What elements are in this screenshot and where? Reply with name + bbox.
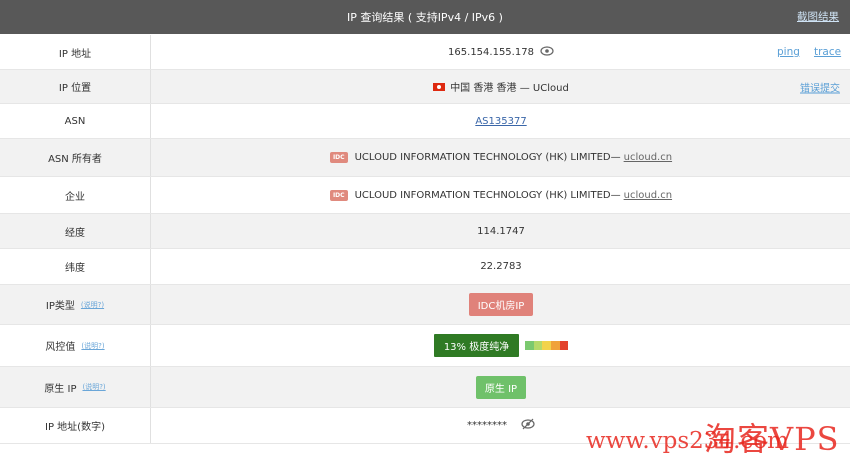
- native-ip-badge: 原生 IP: [475, 375, 527, 399]
- row-risk: 风控值 (说明?) 13% 极度纯净: [0, 325, 850, 367]
- latitude-cell: 22.2783: [152, 249, 850, 284]
- ip-type-badge: IDC机房IP: [468, 293, 534, 316]
- eye-icon[interactable]: [540, 45, 554, 59]
- page-title: IP 查询结果 ( 支持IPv4 / IPv6 ): [347, 11, 503, 24]
- risk-label-cell: 风控值 (说明?): [0, 325, 151, 366]
- ip-address-value: 165.154.155.178: [448, 46, 534, 58]
- latitude-value: 22.2783: [480, 261, 522, 272]
- risk-scale-segment: [533, 341, 543, 350]
- company-label: 企业: [0, 177, 151, 213]
- risk-scale-bar: [525, 341, 569, 350]
- ip-address-cell: 165.154.155.178: [152, 35, 850, 69]
- company-value: UCLOUD INFORMATION TECHNOLOGY (HK) LIMIT…: [354, 189, 621, 201]
- ip-type-label: IP类型: [45, 301, 75, 312]
- row-asn: ASN AS135377: [0, 104, 850, 139]
- native-ip-help-link[interactable]: (说明?): [82, 382, 105, 392]
- row-company: 企业 IDC UCLOUD INFORMATION TECHNOLOGY (HK…: [0, 177, 850, 214]
- longitude-cell: 114.1747: [152, 214, 850, 248]
- risk-help-link[interactable]: (说明?): [81, 341, 104, 351]
- ip-type-label-cell: IP类型 (说明?): [0, 285, 151, 324]
- longitude-value: 114.1747: [477, 225, 525, 237]
- risk-scale-segment: [559, 341, 569, 350]
- risk-scale-segment: [551, 341, 560, 350]
- native-ip-label-cell: 原生 IP (说明?): [0, 367, 151, 407]
- company-cell: IDC UCLOUD INFORMATION TECHNOLOGY (HK) L…: [152, 177, 850, 213]
- risk-score-badge: 13% 极度纯净: [433, 334, 520, 357]
- row-ip-type: IP类型 (说明?) IDC机房IP: [0, 285, 850, 325]
- ip-location-value: 中国 香港 香港 — UCloud: [450, 83, 569, 94]
- native-ip-label: 原生 IP: [44, 383, 77, 395]
- risk-scale-segment: [525, 341, 534, 350]
- asn-owner-label: ASN 所有者: [0, 139, 151, 176]
- asn-owner-domain-link[interactable]: ucloud.cn: [624, 152, 672, 163]
- row-ip-address: IP 地址 165.154.155.178 ping trace: [0, 35, 850, 70]
- risk-cell: 13% 极度纯净: [152, 325, 850, 366]
- row-ip-location: IP 位置 中国 香港 香港 — UCloud 错误提交: [0, 70, 850, 104]
- row-latitude: 纬度 22.2783: [0, 249, 850, 285]
- native-ip-cell: 原生 IP: [152, 367, 850, 407]
- latitude-label: 纬度: [0, 249, 151, 284]
- risk-scale-segment: [542, 341, 551, 350]
- asn-cell: AS135377: [152, 104, 850, 138]
- longitude-label: 经度: [0, 214, 151, 248]
- watermark-brand: 淘客VPS: [704, 420, 840, 458]
- ip-address-label: IP 地址: [0, 35, 151, 69]
- asn-label: ASN: [0, 104, 151, 138]
- risk-label: 风控值: [45, 342, 76, 353]
- ip-numeric-label: IP 地址(数字): [0, 408, 151, 443]
- screenshot-link[interactable]: 截图结果: [797, 9, 839, 24]
- asn-owner-cell: IDC UCLOUD INFORMATION TECHNOLOGY (HK) L…: [152, 139, 850, 176]
- report-error-link[interactable]: 错误提交: [800, 79, 840, 94]
- idc-tag: IDC: [329, 152, 348, 163]
- ip-type-help-link[interactable]: (说明?): [81, 300, 104, 310]
- asn-link[interactable]: AS135377: [475, 116, 526, 127]
- asn-owner-value: UCLOUD INFORMATION TECHNOLOGY (HK) LIMIT…: [354, 152, 621, 163]
- ip-type-cell: IDC机房IP: [152, 285, 850, 324]
- row-asn-owner: ASN 所有者 IDC UCLOUD INFORMATION TECHNOLOG…: [0, 139, 850, 177]
- idc-tag: IDC: [329, 189, 348, 201]
- ip-location-label: IP 位置: [0, 70, 151, 103]
- company-domain-link[interactable]: ucloud.cn: [624, 190, 672, 201]
- row-native-ip: 原生 IP (说明?) 原生 IP: [0, 367, 850, 408]
- ip-numeric-value: ********: [467, 420, 507, 431]
- row-longitude: 经度 114.1747: [0, 214, 850, 249]
- trace-link[interactable]: trace: [814, 46, 841, 58]
- ping-link[interactable]: ping: [777, 46, 800, 58]
- ip-location-cell: 中国 香港 香港 — UCloud: [152, 70, 850, 103]
- hong-kong-flag-icon: [433, 82, 446, 91]
- eye-off-icon[interactable]: [521, 418, 535, 433]
- result-header: IP 查询结果 ( 支持IPv4 / IPv6 ) 截图结果: [0, 0, 850, 34]
